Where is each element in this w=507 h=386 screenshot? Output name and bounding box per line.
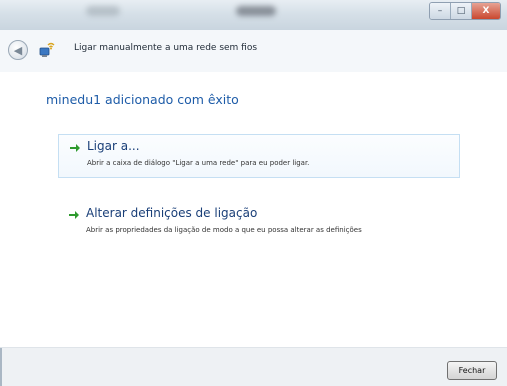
maximize-button[interactable]: □ [451,3,472,19]
option-title: Ligar a... [87,139,140,153]
wizard-title: Ligar manualmente a uma rede sem fios [74,43,258,53]
green-arrow-icon [70,144,80,152]
option-description: Abrir as propriedades da ligação de modo… [86,226,362,234]
success-heading: minedu1 adicionado com êxito [46,92,239,107]
wizard-footer: Fechar [0,347,507,386]
option-description: Abrir a caixa de diálogo "Ligar a uma re… [87,159,310,167]
window-close-button[interactable]: X [472,3,500,19]
minimize-button[interactable]: – [430,3,451,19]
option-title: Alterar definições de ligação [86,206,258,220]
green-arrow-icon [69,211,79,219]
connect-to-option[interactable]: Ligar a... Abrir a caixa de diálogo "Lig… [58,134,460,178]
blurred-title-text [86,6,120,16]
window-titlebar[interactable]: – □ X [0,0,507,31]
blurred-title-text [236,6,276,16]
change-settings-option[interactable]: Alterar definições de ligação Abrir as p… [58,202,458,244]
wizard-header: ◀ Ligar manualmente a uma rede sem fios [0,30,507,72]
window-left-border [0,348,2,386]
wireless-network-icon [39,42,55,57]
wizard-content: minedu1 adicionado com êxito Ligar a... … [0,72,507,347]
close-button[interactable]: Fechar [447,361,497,380]
window-controls: – □ X [429,2,501,20]
back-arrow-icon[interactable]: ◀ [8,40,28,60]
